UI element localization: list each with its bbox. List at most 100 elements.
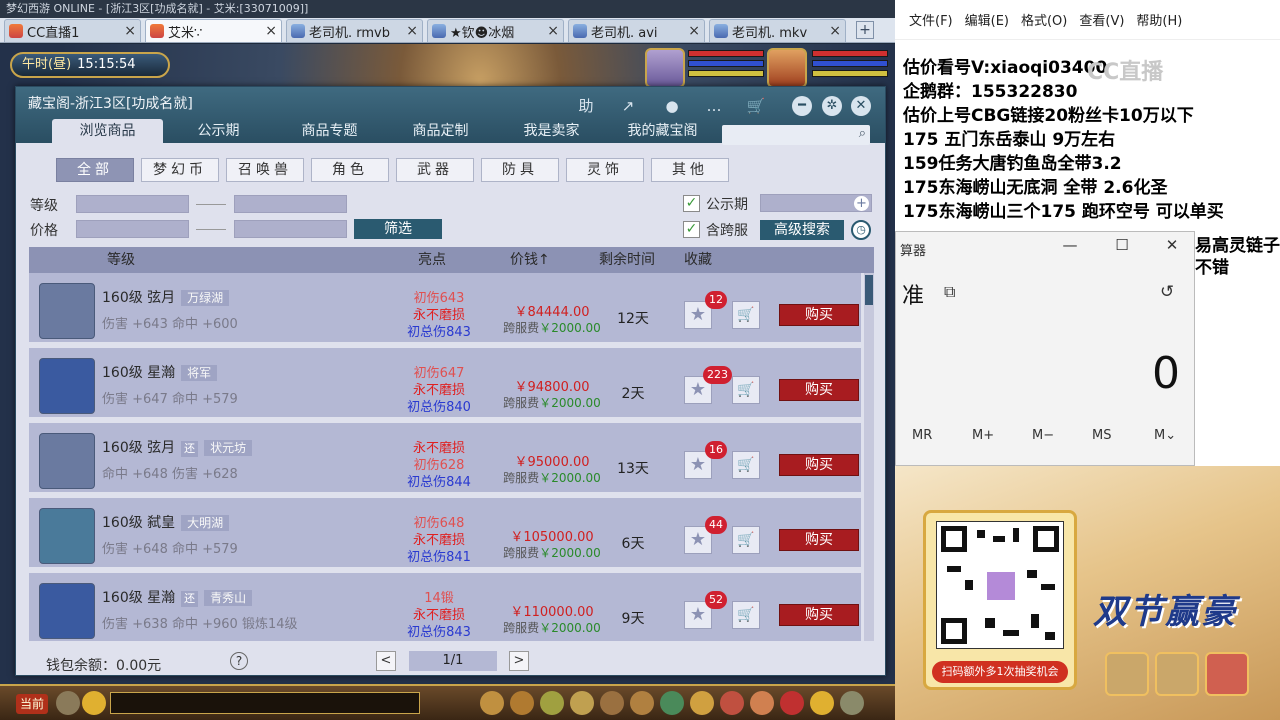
menu-help[interactable]: 帮助(H) bbox=[1136, 10, 1182, 29]
bag-icon[interactable] bbox=[480, 691, 504, 715]
buy-button[interactable]: 购买 bbox=[779, 529, 859, 551]
record-icon[interactable]: ● bbox=[660, 95, 684, 117]
add-filter-icon[interactable]: + bbox=[854, 196, 869, 211]
add-to-cart-icon[interactable]: 🛒 bbox=[732, 451, 760, 479]
smile-icon[interactable] bbox=[810, 691, 834, 715]
scrollbar-thumb[interactable] bbox=[865, 275, 873, 305]
calculator-mode[interactable]: 准 bbox=[902, 278, 924, 310]
buy-button[interactable]: 购买 bbox=[779, 304, 859, 326]
memory-add-button[interactable]: M+ bbox=[972, 428, 994, 443]
gift-icon[interactable] bbox=[780, 691, 804, 715]
activity-icon[interactable] bbox=[720, 691, 744, 715]
tab-my-cbg[interactable]: 我的藏宝阁 bbox=[607, 119, 718, 143]
tab-public[interactable]: 公示期 bbox=[163, 119, 274, 143]
advanced-search-button[interactable]: 高级搜索 bbox=[760, 220, 844, 240]
tab-topics[interactable]: 商品专题 bbox=[274, 119, 385, 143]
memory-recall-button[interactable]: MR bbox=[912, 428, 932, 443]
prev-page-button[interactable]: < bbox=[376, 651, 396, 671]
settings-icon[interactable] bbox=[840, 691, 864, 715]
add-to-cart-icon[interactable]: 🛒 bbox=[732, 376, 760, 404]
category-weapons[interactable]: 武器 bbox=[396, 158, 474, 182]
menu-view[interactable]: 查看(V) bbox=[1079, 10, 1124, 29]
memory-store-button[interactable]: MS bbox=[1092, 428, 1111, 443]
col-remaining-time[interactable]: 剩余时间 bbox=[599, 247, 655, 273]
browser-tab[interactable]: 老司机. mkv × bbox=[709, 19, 846, 42]
add-to-cart-icon[interactable]: 🛒 bbox=[732, 601, 760, 629]
public-period-checkbox[interactable]: ✓ bbox=[683, 195, 700, 212]
tab-close-icon[interactable]: × bbox=[829, 23, 841, 39]
buy-button[interactable]: 购买 bbox=[779, 454, 859, 476]
category-characters[interactable]: 角色 bbox=[311, 158, 389, 182]
category-other[interactable]: 其他 bbox=[651, 158, 729, 182]
menu-edit[interactable]: 编辑(E) bbox=[965, 10, 1009, 29]
help-icon[interactable]: ? bbox=[230, 652, 248, 670]
price-max-input[interactable] bbox=[234, 220, 347, 238]
tab-close-icon[interactable]: × bbox=[688, 23, 700, 39]
options-button[interactable]: ✲ bbox=[822, 96, 842, 116]
player-portrait[interactable] bbox=[767, 48, 807, 88]
notepad-text[interactable]: 估价看号V:xiaoqi03400 企鹅群：155322830 估价上号CBG链… bbox=[903, 56, 1224, 224]
level-max-input[interactable] bbox=[234, 195, 347, 213]
table-row[interactable]: 160级 星瀚还青秀山 伤害 +638 命中 +960 锻炼14级 14锻 永不… bbox=[29, 573, 861, 641]
browser-tab[interactable]: ★钦☻冰烟 × bbox=[427, 19, 564, 42]
next-page-button[interactable]: > bbox=[509, 651, 529, 671]
category-all[interactable]: 全部 bbox=[56, 158, 134, 182]
buy-button[interactable]: 购买 bbox=[779, 379, 859, 401]
list-scrollbar[interactable] bbox=[864, 273, 874, 641]
friends-icon[interactable] bbox=[600, 691, 624, 715]
microphone-icon[interactable] bbox=[56, 691, 80, 715]
minimize-button[interactable]: ━ bbox=[792, 96, 812, 116]
col-price[interactable]: 价钱↑ bbox=[510, 247, 550, 273]
maximize-button[interactable]: ☐ bbox=[1108, 236, 1136, 254]
history-icon[interactable]: ↺ bbox=[1160, 282, 1174, 302]
menu-file[interactable]: 文件(F) bbox=[909, 10, 953, 29]
browser-tab[interactable]: 老司机. rmvb × bbox=[286, 19, 423, 42]
table-row[interactable]: 160级 星瀚 将军 伤害 +647 命中 +579 初伤647 永不磨损 初总伤… bbox=[29, 348, 861, 420]
browser-tab[interactable]: 老司机. avi × bbox=[568, 19, 705, 42]
add-to-cart-icon[interactable]: 🛒 bbox=[732, 301, 760, 329]
close-button[interactable]: ✕ bbox=[851, 96, 871, 116]
history-clock-icon[interactable]: ◷ bbox=[851, 220, 871, 240]
search-input[interactable]: ⌕ bbox=[722, 125, 870, 145]
team-icon[interactable] bbox=[510, 691, 534, 715]
price-min-input[interactable] bbox=[76, 220, 189, 238]
mall-icon[interactable] bbox=[750, 691, 774, 715]
tab-close-icon[interactable]: × bbox=[265, 23, 277, 39]
pet-portrait[interactable] bbox=[645, 48, 685, 88]
quest-icon[interactable] bbox=[570, 691, 594, 715]
level-min-input[interactable] bbox=[76, 195, 189, 213]
close-button[interactable]: ✕ bbox=[1158, 236, 1186, 254]
share-icon[interactable]: ↗ bbox=[616, 95, 640, 117]
col-level[interactable]: 等级 bbox=[107, 247, 135, 273]
tab-close-icon[interactable]: × bbox=[124, 23, 136, 39]
keep-on-top-icon[interactable]: ⧉ bbox=[944, 282, 955, 302]
category-pets[interactable]: 召唤兽 bbox=[226, 158, 304, 182]
skills-icon[interactable] bbox=[540, 691, 564, 715]
table-row[interactable]: 160级 弑皇 大明湖 伤害 +648 命中 +579 初伤648 永不磨损 初总… bbox=[29, 498, 861, 570]
table-row[interactable]: 160级 弦月 万绿湖 伤害 +643 命中 +600 初伤643 永不磨损 初总… bbox=[29, 273, 861, 345]
cross-server-checkbox[interactable]: ✓ bbox=[683, 221, 700, 238]
new-tab-button[interactable]: + bbox=[856, 21, 874, 39]
channel-current-button[interactable]: 当前 bbox=[16, 694, 48, 714]
emoji-icon[interactable] bbox=[82, 691, 106, 715]
search-icon[interactable]: ⌕ bbox=[859, 126, 866, 141]
guild-icon[interactable] bbox=[630, 691, 654, 715]
browser-tab[interactable]: CC直播1 × bbox=[4, 19, 141, 42]
tab-custom[interactable]: 商品定制 bbox=[385, 119, 496, 143]
filter-button[interactable]: 筛选 bbox=[354, 219, 442, 239]
category-accessories[interactable]: 灵饰 bbox=[566, 158, 644, 182]
memory-list-button[interactable]: M⌄ bbox=[1154, 428, 1176, 443]
category-armor[interactable]: 防具 bbox=[481, 158, 559, 182]
table-row[interactable]: 160级 弦月还状元坊 命中 +648 伤害 +628 永不磨损 初伤628 初… bbox=[29, 423, 861, 495]
promo-banner[interactable]: 扫码额外多1次抽奖机会 双节赢豪 bbox=[895, 466, 1280, 720]
browser-tab-active[interactable]: 艾米∵ × bbox=[145, 19, 282, 42]
tab-browse[interactable]: 浏览商品 bbox=[52, 119, 163, 143]
system-icon[interactable] bbox=[690, 691, 714, 715]
map-icon[interactable] bbox=[660, 691, 684, 715]
help-icon[interactable]: 助 bbox=[574, 95, 598, 117]
chat-icon[interactable]: … bbox=[702, 95, 726, 117]
cart-icon[interactable]: 🛒 bbox=[744, 95, 768, 117]
menu-format[interactable]: 格式(O) bbox=[1021, 10, 1067, 29]
tab-close-icon[interactable]: × bbox=[547, 23, 559, 39]
tab-seller[interactable]: 我是卖家 bbox=[496, 119, 607, 143]
